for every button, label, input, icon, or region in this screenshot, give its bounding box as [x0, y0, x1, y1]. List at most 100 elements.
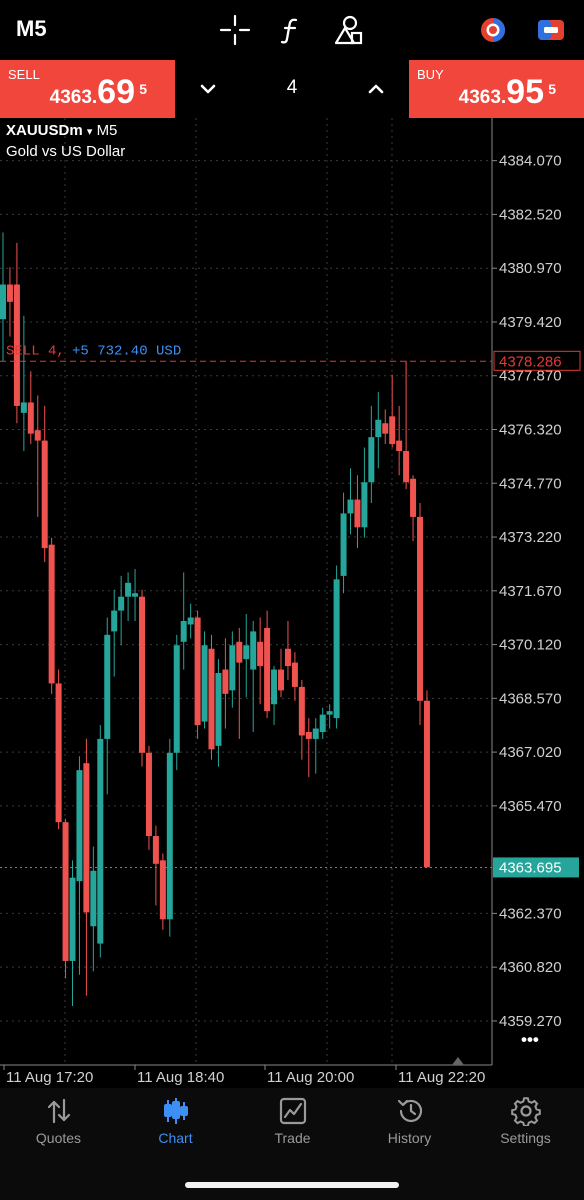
candle-body — [215, 673, 222, 746]
candle-body — [159, 860, 166, 920]
candle-body — [104, 634, 111, 739]
current-price-tag-text: 4363.695 — [499, 859, 562, 876]
candle-body — [284, 648, 291, 667]
y-tick-label: 4379.420 — [499, 314, 562, 331]
candle-body — [257, 641, 264, 667]
home-indicator — [185, 1182, 399, 1188]
y-tick-label: 4362.370 — [499, 905, 562, 922]
candle-body — [97, 738, 104, 944]
candle-body — [403, 451, 410, 483]
y-tick-label: 4368.570 — [499, 690, 562, 707]
timeframe-button[interactable]: M5 — [16, 16, 47, 42]
candle-body — [62, 822, 69, 961]
sell-button[interactable]: SELL 4363.69 5 — [0, 60, 175, 118]
candle-body — [111, 610, 118, 632]
function-icon[interactable] — [276, 14, 308, 46]
candle-body — [368, 437, 375, 483]
more-button[interactable]: ••• — [521, 1030, 539, 1049]
position-profit: +5 732.40 USD — [72, 343, 181, 359]
chart-symbol[interactable]: XAUUSDm ▾ M5 — [6, 122, 117, 139]
candle-body — [34, 430, 41, 441]
candle-body — [118, 596, 125, 611]
candle-body — [375, 419, 382, 438]
symbol-timeframe: M5 — [96, 122, 118, 139]
nav-chart[interactable]: Chart — [117, 1096, 234, 1156]
one-click-trade-panel: SELL 4363.69 5 4 BUY 4363.95 5 — [0, 60, 584, 118]
one-click-trading-icon[interactable] — [535, 14, 567, 46]
nav-quotes-label: Quotes — [35, 1130, 82, 1146]
candle-body — [20, 402, 27, 413]
candle-body — [208, 648, 215, 750]
y-tick-label: 4367.020 — [499, 744, 562, 761]
nav-trade[interactable]: Trade — [234, 1096, 351, 1156]
position-label: SELL 4, — [6, 343, 65, 359]
candle-body — [354, 499, 361, 528]
candle-body — [410, 478, 417, 517]
symbol-caret: ▾ — [86, 126, 93, 138]
y-tick-label: 4359.270 — [499, 1013, 562, 1030]
y-tick-label: 4376.320 — [499, 422, 562, 439]
candle-body — [236, 641, 243, 663]
chart-icon — [163, 1098, 188, 1124]
candle-body — [382, 423, 389, 434]
volume-increase-chevron-icon[interactable] — [359, 72, 393, 106]
candle-body — [389, 416, 396, 445]
candle-body — [41, 440, 48, 549]
chart-shift-marker — [452, 1057, 464, 1065]
x-tick-label: 11 Aug 22:20 — [398, 1069, 485, 1086]
nav-history[interactable]: History — [351, 1096, 468, 1156]
nav-trade-label: Trade — [274, 1130, 311, 1146]
symbol-name: XAUUSDm — [6, 122, 83, 139]
candle-body — [173, 645, 180, 753]
candle-body — [166, 752, 173, 920]
y-tick-label: 4360.820 — [499, 959, 562, 976]
x-tick-label: 11 Aug 20:00 — [267, 1069, 354, 1086]
candle-body — [319, 714, 326, 732]
y-tick-label: 4384.070 — [499, 153, 562, 170]
buy-label: BUY — [417, 67, 444, 82]
candle-body — [333, 579, 340, 719]
y-tick-label: 4371.670 — [499, 583, 562, 600]
candle-body — [305, 731, 312, 739]
candle-body — [6, 284, 13, 302]
nav-settings-label: Settings — [500, 1130, 551, 1146]
candle-body — [0, 284, 6, 320]
x-tick-label: 11 Aug 18:40 — [137, 1069, 224, 1086]
candle-body — [423, 700, 430, 868]
candle-body — [312, 728, 319, 739]
buy-button[interactable]: BUY 4363.95 5 — [409, 60, 584, 118]
nav-settings[interactable]: Settings — [467, 1096, 584, 1156]
candle-body — [264, 627, 271, 712]
candle-body — [298, 686, 305, 736]
price-chart[interactable]: 4384.0704382.5204380.9704379.4204377.870… — [0, 118, 584, 1088]
symbol-description: Gold vs US Dollar — [6, 143, 126, 160]
candle-body — [132, 593, 139, 597]
nav-quotes[interactable]: Quotes — [0, 1096, 117, 1156]
y-tick-label: 4365.470 — [499, 798, 562, 815]
candle-body — [201, 645, 208, 722]
candle-body — [229, 645, 236, 691]
candle-body — [326, 711, 333, 715]
y-tick-label: 4373.220 — [499, 529, 562, 546]
sell-label: SELL — [8, 67, 40, 82]
crosshair-icon[interactable] — [219, 14, 251, 46]
candle-body — [417, 516, 423, 701]
settings-icon — [510, 1097, 541, 1126]
candle-body — [180, 620, 187, 642]
candle-body — [55, 683, 62, 823]
top-toolbar: M5 — [0, 0, 584, 60]
account-switch-icon[interactable] — [477, 14, 509, 46]
position-price-tag-text: 4378.286 — [499, 353, 562, 370]
candle-body — [194, 617, 201, 726]
candle-body — [347, 499, 354, 514]
candle-body — [76, 770, 83, 882]
trade-icon — [279, 1097, 306, 1125]
y-tick-label: 4380.970 — [499, 260, 562, 277]
objects-icon[interactable] — [332, 14, 364, 46]
history-icon — [397, 1099, 422, 1123]
candle-body — [145, 752, 152, 837]
candle-body — [48, 544, 55, 684]
volume-control: 4 — [175, 60, 409, 118]
candle-body — [291, 662, 298, 687]
candle-body — [27, 402, 34, 434]
